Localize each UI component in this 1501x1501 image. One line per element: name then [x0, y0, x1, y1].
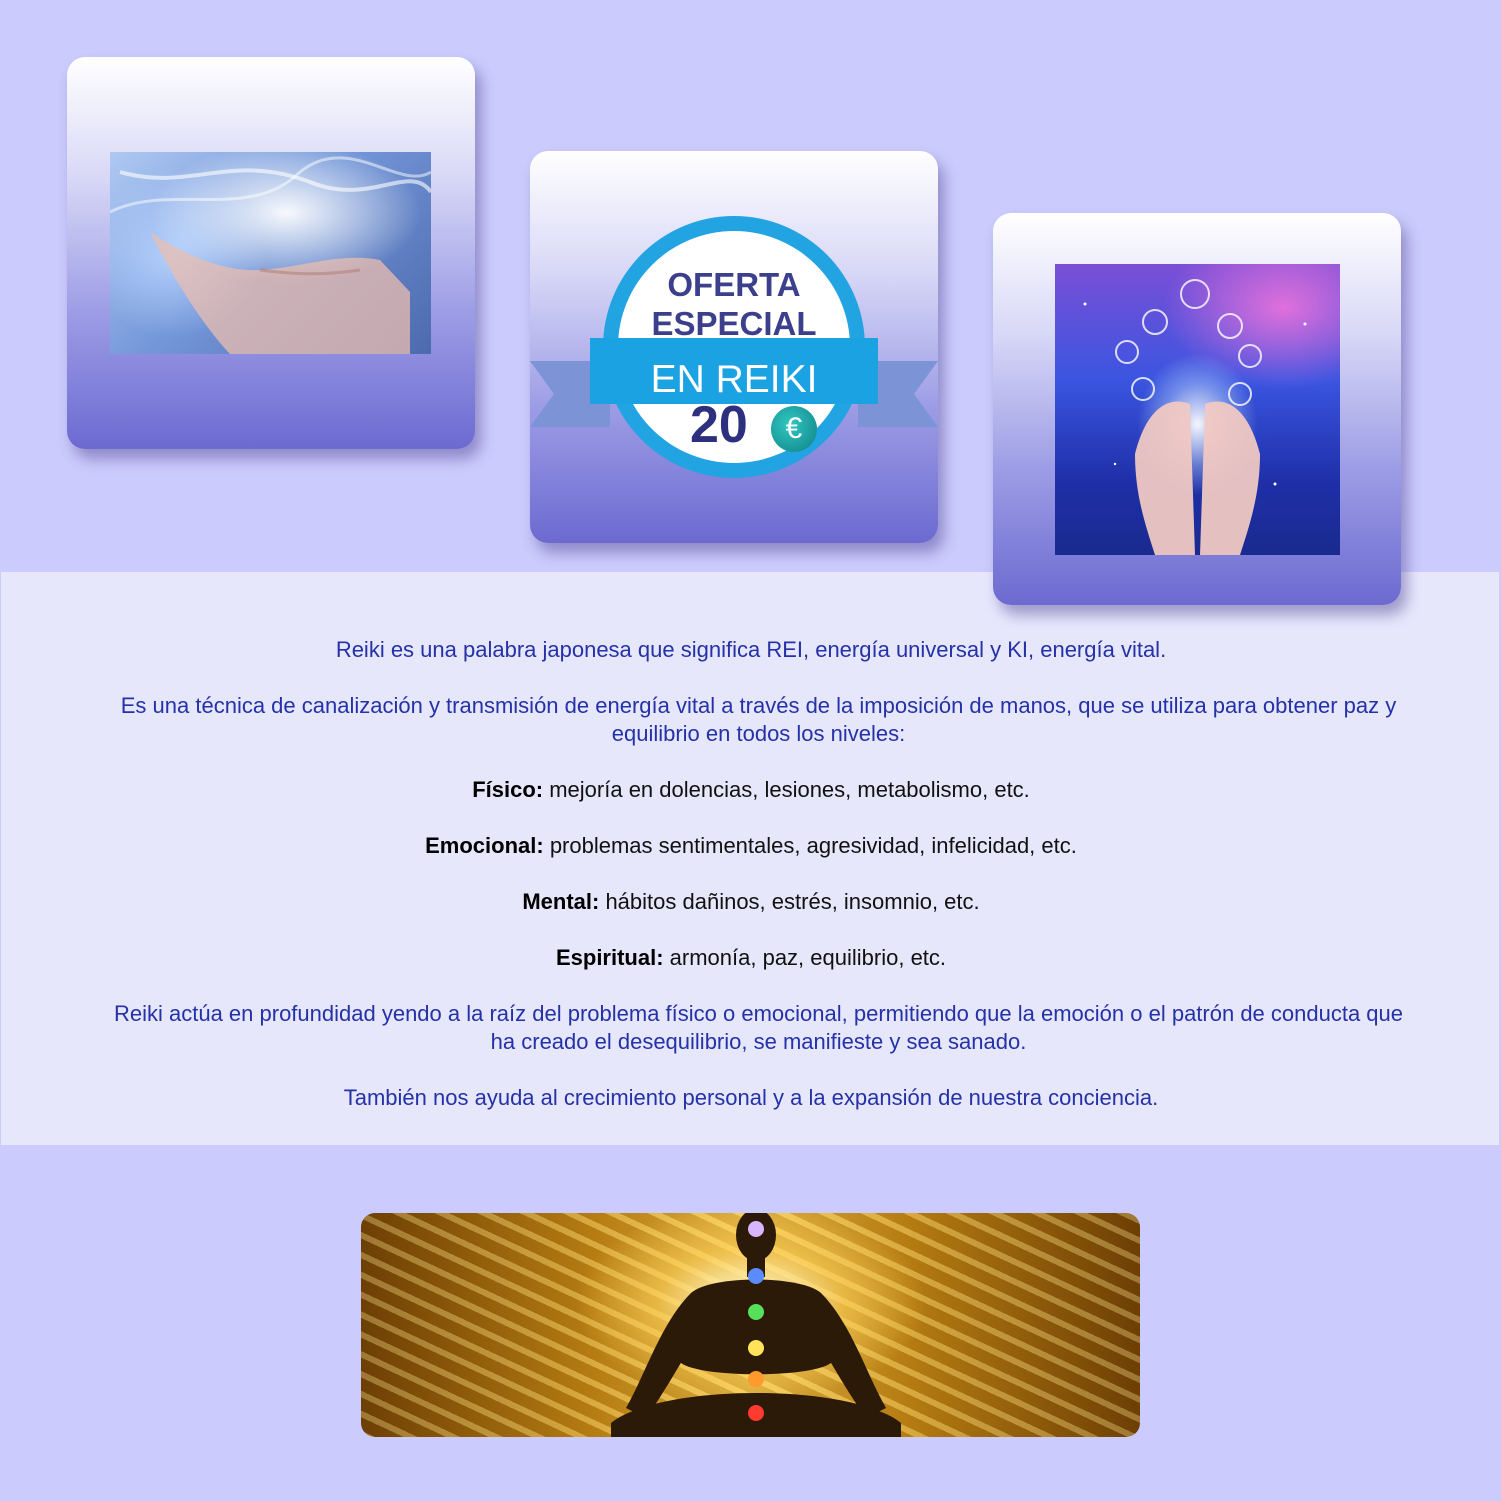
image-card-hand: [67, 57, 475, 449]
level-spiritual: Espiritual: armonía, paz, equilibrio, et…: [1, 944, 1501, 972]
level-mental-text: hábitos dañinos, estrés, insomnio, etc.: [599, 889, 980, 914]
level-emotional: Emocional: problemas sentimentales, agre…: [1, 832, 1501, 860]
meditation-silhouette: [611, 1213, 901, 1437]
hands-illustration: [1083, 279, 1307, 555]
depth-text: Reiki actúa en profundidad yendo a la ra…: [113, 1001, 1404, 1054]
level-emotional-label: Emocional:: [425, 833, 544, 858]
level-mental: Mental: hábitos dañinos, estrés, insomni…: [1, 888, 1501, 916]
level-spiritual-label: Espiritual:: [555, 945, 664, 970]
technique-text: Es una técnica de canalización y transmi…: [120, 693, 1397, 746]
level-physical-label: Físico:: [472, 777, 544, 802]
chakra-hands-image: [1055, 264, 1340, 555]
hand-illustration: [110, 156, 431, 354]
badge-line-1: OFERTA: [667, 266, 801, 303]
level-physical-text: mejoría en dolencias, lesiones, metaboli…: [543, 777, 1030, 802]
euro-coin-icon: €: [771, 406, 817, 452]
image-card-chakra-hands: [993, 213, 1401, 605]
energy-hand-image: [110, 152, 431, 354]
badge-line-2: ESPECIAL: [651, 305, 817, 342]
level-emotional-text: problemas sentimentales, agresividad, in…: [543, 833, 1077, 858]
intro-text: Reiki es una palabra japonesa que signif…: [335, 637, 1167, 662]
badge-price: 20: [690, 396, 748, 454]
growth-text: También nos ayuda al crecimiento persona…: [343, 1085, 1159, 1110]
level-physical: Físico: mejoría en dolencias, lesiones, …: [1, 776, 1501, 804]
level-mental-label: Mental:: [522, 889, 600, 914]
description-panel: Reiki es una palabra japonesa que signif…: [1, 572, 1499, 1145]
level-spiritual-text: armonía, paz, equilibrio, etc.: [663, 945, 947, 970]
special-offer-badge[interactable]: OFERTA ESPECIAL EN REIKI 20 €: [530, 151, 938, 543]
meditation-banner-image: [361, 1213, 1140, 1437]
